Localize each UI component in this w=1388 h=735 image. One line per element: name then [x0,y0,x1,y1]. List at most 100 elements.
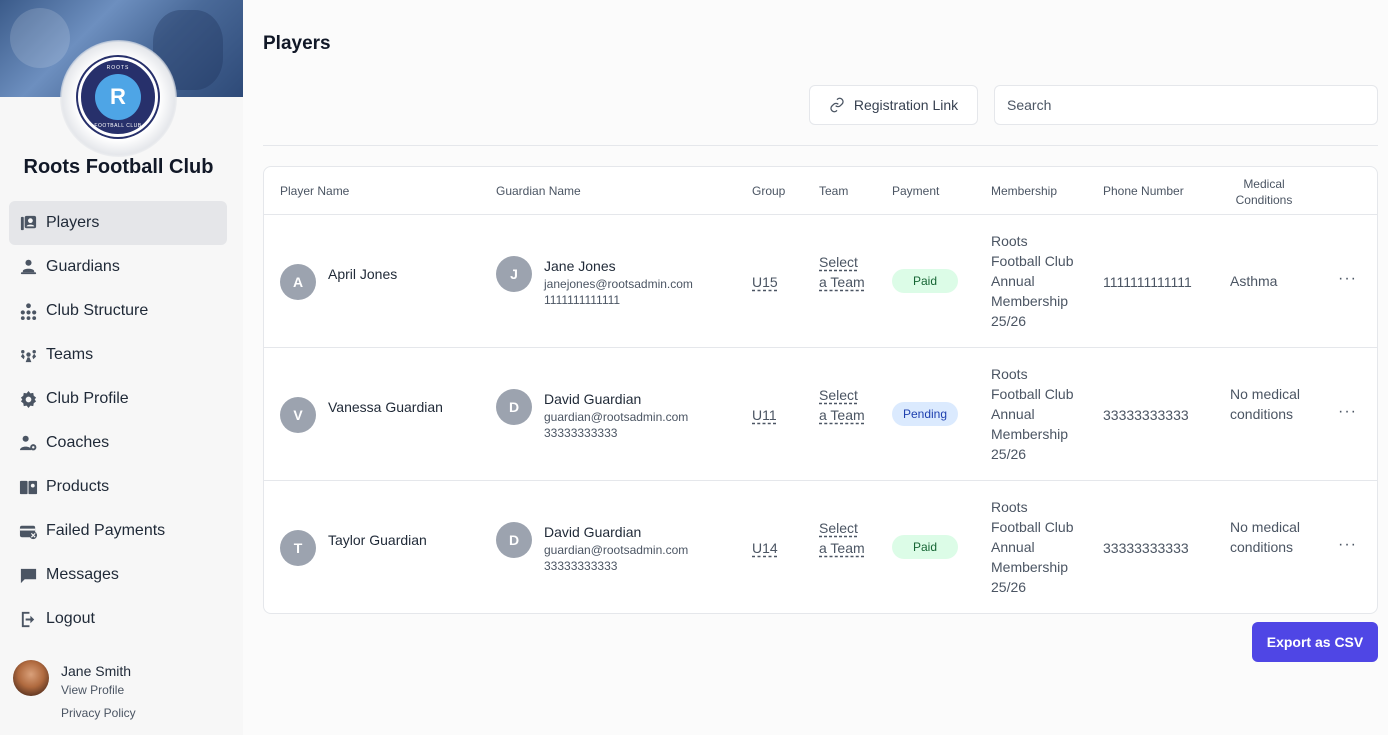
guardian-name[interactable]: Jane Jones [544,258,616,274]
gear-icon [18,389,38,409]
membership-value: Roots Football Club Annual Membership 25… [991,233,1074,329]
guardian-email: guardian@rootsadmin.com [544,543,689,557]
sidebar-item-logout[interactable]: Logout [9,597,227,641]
col-membership[interactable]: Membership [991,184,1057,198]
guardian-icon [18,257,38,277]
sidebar-item-label: Products [46,478,110,495]
guardian-avatar: J [496,256,532,292]
products-icon [18,477,38,497]
player-avatar: V [280,397,316,433]
sidebar-item-label: Failed Payments [46,522,166,539]
search-input[interactable] [994,85,1378,125]
col-guardian-name[interactable]: Guardian Name [496,184,581,198]
col-team[interactable]: Team [819,184,848,198]
divider [263,145,1378,146]
col-payment[interactable]: Payment [892,184,939,198]
registration-link-label: Registration Link [853,97,959,113]
guardian-phone: 33333333333 [544,426,618,440]
table-header: Player Name Guardian Name Group Team Pay… [264,167,1377,215]
col-phone-number[interactable]: Phone Number [1103,184,1184,198]
guardian-name[interactable]: David Guardian [544,391,641,407]
guardian-email: janejones@rootsadmin.com [544,277,693,291]
logo-top-text: ROOTS [106,65,130,71]
phone-value: 33333333333 [1103,407,1189,423]
sidebar-item-label: Club Profile [46,390,129,407]
sidebar-item-label: Club Structure [46,302,149,319]
message-icon [18,565,38,585]
sidebar-item-teams[interactable]: Teams [9,333,227,377]
group-value[interactable]: U15 [752,274,778,290]
status-badge: Paid [892,535,958,559]
registration-link-button[interactable]: Registration Link [809,85,978,125]
status-badge: Pending [892,402,958,426]
sidebar-item-failed-payments[interactable]: Failed Payments [9,509,227,553]
membership-value: Roots Football Club Annual Membership 25… [991,499,1074,595]
sidebar-item-label: Players [46,214,100,231]
logo-bottom-text: FOOTBALL CLUB [94,123,142,129]
row-actions-icon[interactable]: ··· [1338,270,1357,288]
sidebar-item-club-structure[interactable]: Club Structure [9,289,227,333]
col-player-name[interactable]: Player Name [280,184,349,198]
privacy-policy-link[interactable]: Privacy Policy [61,706,136,720]
main-content: Players Registration Link Player Name Gu… [263,0,1378,735]
club-logo: ROOTS R FOOTBALL CLUB [78,57,158,137]
coach-icon [18,433,38,453]
group-value[interactable]: U11 [752,407,777,423]
hierarchy-icon [18,301,38,321]
row-actions-icon[interactable]: ··· [1338,403,1357,421]
sidebar-item-players[interactable]: Players [9,201,227,245]
teams-icon [18,345,38,365]
guardian-name[interactable]: David Guardian [544,524,641,540]
table-row[interactable]: V Vanessa Guardian D David Guardian guar… [264,348,1377,481]
user-profile: Jane Smith View Profile Privacy Policy [13,660,136,720]
col-group[interactable]: Group [752,184,785,198]
guardian-phone: 1111111111111 [544,293,621,307]
player-name[interactable]: April Jones [328,266,397,282]
sidebar: ROOTS R FOOTBALL CLUB Roots Football Clu… [0,0,243,735]
select-team-link[interactable]: Select a Team [819,252,869,292]
medical-value: Asthma [1230,273,1278,289]
sidebar-item-label: Guardians [46,258,120,275]
sidebar-item-club-profile[interactable]: Club Profile [9,377,227,421]
sidebar-item-guardians[interactable]: Guardians [9,245,227,289]
phone-value: 33333333333 [1103,540,1189,556]
guardian-email: guardian@rootsadmin.com [544,410,689,424]
players-table: Player Name Guardian Name Group Team Pay… [263,166,1378,614]
medical-value: No medical conditions [1230,386,1301,422]
page-title: Players [263,33,331,54]
view-profile-link[interactable]: View Profile [61,683,136,697]
players-icon [18,213,38,233]
sidebar-item-label: Coaches [46,434,110,451]
failed-payment-icon [18,521,38,541]
col-medical-conditions[interactable]: Medical Conditions [1230,176,1298,208]
sidebar-item-coaches[interactable]: Coaches [9,421,227,465]
guardian-avatar: D [496,389,532,425]
user-name: Jane Smith [61,663,132,679]
table-row[interactable]: T Taylor Guardian D David Guardian guard… [264,481,1377,613]
guardian-phone: 33333333333 [544,559,618,573]
sidebar-item-label: Logout [46,610,95,627]
sidebar-item-label: Teams [46,346,94,363]
guardian-avatar: D [496,522,532,558]
player-name[interactable]: Vanessa Guardian [328,399,443,415]
avatar[interactable] [13,660,49,696]
player-name[interactable]: Taylor Guardian [328,532,427,548]
link-icon [830,97,844,113]
player-avatar: T [280,530,316,566]
export-csv-button[interactable]: Export as CSV [1252,622,1378,662]
sidebar-item-messages[interactable]: Messages [9,553,227,597]
group-value[interactable]: U14 [752,540,778,556]
table-row[interactable]: A April Jones J Jane Jones janejones@roo… [264,215,1377,348]
phone-value: 1111111111111 [1103,274,1192,290]
medical-value: No medical conditions [1230,519,1301,555]
membership-value: Roots Football Club Annual Membership 25… [991,366,1074,462]
status-badge: Paid [892,269,958,293]
club-name: Roots Football Club [23,156,214,178]
row-actions-icon[interactable]: ··· [1338,536,1357,554]
sidebar-nav: Players Guardians Club Structure Teams C… [9,201,227,641]
logo-letter: R [95,74,141,120]
sidebar-item-products[interactable]: Products [9,465,227,509]
sidebar-item-label: Messages [46,566,119,583]
select-team-link[interactable]: Select a Team [819,385,869,425]
select-team-link[interactable]: Select a Team [819,518,869,558]
